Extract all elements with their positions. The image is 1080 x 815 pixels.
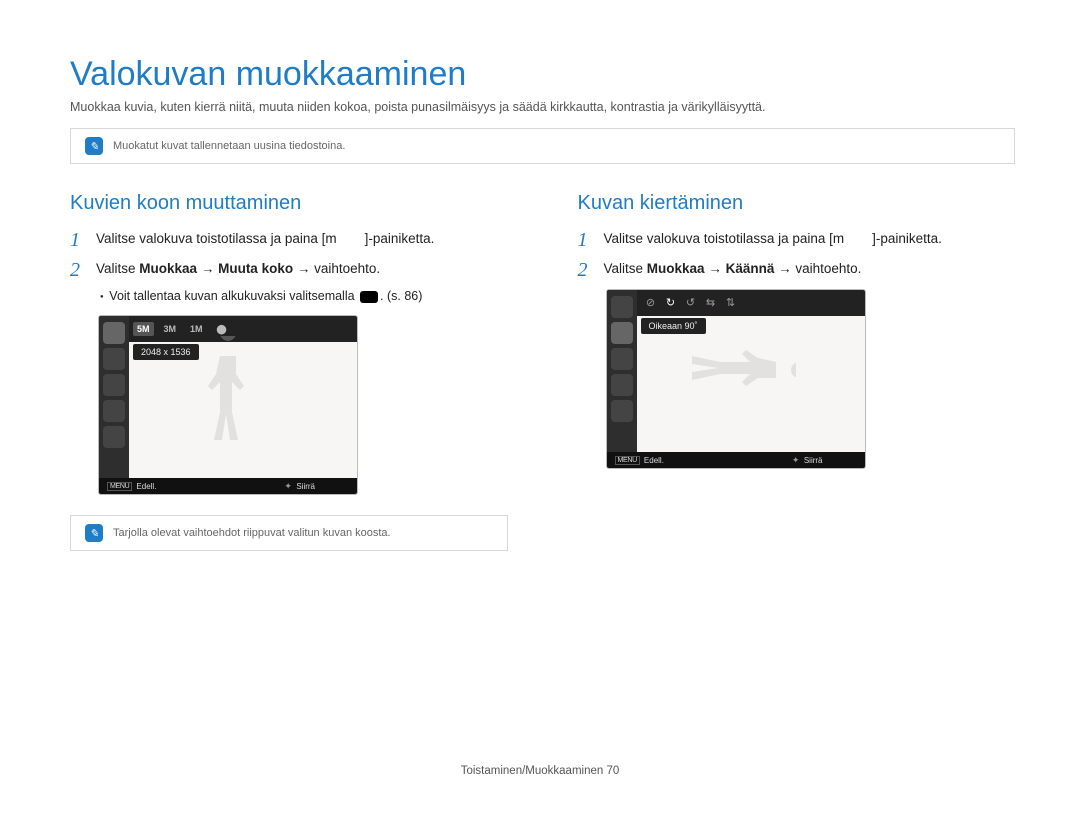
page-title: Valokuvan muokkaaminen bbox=[70, 55, 1015, 94]
note-icon: ✎ bbox=[85, 137, 103, 155]
rotate-off-icon: ⊘ bbox=[643, 296, 659, 310]
right-step-1: 1 Valitse valokuva toistotilassa ja pain… bbox=[578, 229, 1016, 251]
bullet-post: . (s. 86) bbox=[380, 289, 422, 303]
step2-end: vaihtoehto. bbox=[314, 261, 380, 276]
step-number: 1 bbox=[578, 229, 596, 251]
back-label: Edell. bbox=[644, 456, 664, 465]
step2-b2: Käännä bbox=[726, 261, 775, 276]
step2-b2: Muuta koko bbox=[218, 261, 293, 276]
step-text: Valitse valokuva toistotilassa ja paina … bbox=[96, 229, 508, 249]
menu-key: m bbox=[325, 231, 336, 246]
sidebar-style-icon bbox=[611, 348, 633, 370]
nav-diamond-icon bbox=[284, 482, 292, 490]
resize-screenshot: 5M 3M 1M ⬤ 2048 x 1536 MENU Edell. Siirr… bbox=[98, 315, 358, 495]
sidebar-effect-icon bbox=[611, 400, 633, 422]
screenshot-bottom-bar: MENU Edell. Siirrä bbox=[99, 478, 357, 494]
flip-h-icon: ⇆ bbox=[703, 296, 719, 310]
screenshot-bottom-bar: MENU Edell. Siirrä bbox=[607, 452, 865, 468]
move-label: Siirrä bbox=[296, 482, 315, 491]
startup-image-icon bbox=[360, 291, 378, 303]
step-number: 2 bbox=[578, 259, 596, 281]
sidebar-style-icon bbox=[103, 374, 125, 396]
note-top: ✎ Muokatut kuvat tallennetaan uusina tie… bbox=[70, 128, 1015, 164]
rotate-left-icon: ↺ bbox=[683, 296, 699, 310]
step2-pre: Valitse bbox=[604, 261, 647, 276]
sidebar-resize-icon bbox=[611, 296, 633, 318]
step1-pre: Valitse valokuva toistotilassa ja paina … bbox=[96, 231, 325, 246]
person-silhouette bbox=[198, 336, 258, 456]
right-step-2: 2 Valitse Muokkaa → Käännä → vaihtoehto. bbox=[578, 259, 1016, 281]
note-bottom: ✎ Tarjolla olevat vaihtoehdot riippuvat … bbox=[70, 515, 508, 551]
screenshot-sidebar bbox=[607, 290, 637, 452]
rotate-right-icon: ↻ bbox=[663, 296, 679, 310]
step2-b1: Muokkaa bbox=[647, 261, 705, 276]
content-columns: Kuvien koon muuttaminen 1 Valitse valoku… bbox=[70, 192, 1015, 579]
size-option-5m: 5M bbox=[133, 322, 154, 336]
bullet-text: Voit tallentaa kuvan alkukuvaksi valitse… bbox=[109, 289, 358, 303]
step2-end: vaihtoehto. bbox=[795, 261, 861, 276]
menu-box: MENU bbox=[107, 482, 132, 491]
nav-diamond-icon bbox=[792, 456, 800, 464]
menu-box: MENU bbox=[615, 456, 640, 465]
sidebar-adjust-icon bbox=[103, 400, 125, 422]
size-option-3m: 3M bbox=[160, 322, 181, 336]
move-label: Siirrä bbox=[804, 456, 823, 465]
note-icon: ✎ bbox=[85, 524, 103, 542]
step2-b1: Muokkaa bbox=[139, 261, 197, 276]
screenshot-top-options: ⊘ ↻ ↺ ⇆ ⇅ bbox=[607, 290, 865, 316]
step1-post: ]-painiketta. bbox=[365, 231, 435, 246]
person-silhouette-rotated bbox=[676, 340, 796, 400]
step-number: 2 bbox=[70, 259, 88, 281]
resolution-label: 2048 x 1536 bbox=[133, 344, 199, 360]
rotation-label: Oikeaan 90˚ bbox=[641, 318, 706, 334]
arrow: → bbox=[705, 261, 726, 276]
size-option-1m: 1M bbox=[186, 322, 207, 336]
back-label: Edell. bbox=[136, 482, 156, 491]
sidebar-effect-icon bbox=[103, 426, 125, 448]
screenshot-sidebar bbox=[99, 316, 129, 478]
step-text: Valitse Muokkaa → Käännä → vaihtoehto. bbox=[604, 259, 1016, 279]
sidebar-resize-icon bbox=[103, 322, 125, 344]
left-heading: Kuvien koon muuttaminen bbox=[70, 192, 508, 215]
step1-pre: Valitse valokuva toistotilassa ja paina … bbox=[604, 231, 833, 246]
rotate-screenshot: ⊘ ↻ ↺ ⇆ ⇅ Oikeaan 90˚ MENU Edell. Siirrä bbox=[606, 289, 866, 469]
flip-v-icon: ⇅ bbox=[723, 296, 739, 310]
step1-post: ]-painiketta. bbox=[872, 231, 942, 246]
step-text: Valitse Muokkaa → Muuta koko → vaihtoeht… bbox=[96, 259, 508, 279]
page-footer: Toistaminen/Muokkaaminen 70 bbox=[0, 765, 1080, 777]
arrow: → bbox=[293, 261, 314, 276]
note-bottom-text: Tarjolla olevat vaihtoehdot riippuvat va… bbox=[113, 527, 391, 539]
sidebar-rotate-icon bbox=[611, 322, 633, 344]
note-top-text: Muokatut kuvat tallennetaan uusina tiedo… bbox=[113, 140, 345, 152]
arrow: → bbox=[774, 261, 795, 276]
page-description: Muokkaa kuvia, kuten kierrä niitä, muuta… bbox=[70, 100, 1015, 114]
left-sub-bullet: Voit tallentaa kuvan alkukuvaksi valitse… bbox=[100, 289, 508, 303]
step-text: Valitse valokuva toistotilassa ja paina … bbox=[604, 229, 1016, 249]
left-step-2: 2 Valitse Muokkaa → Muuta koko → vaihtoe… bbox=[70, 259, 508, 281]
size-option-startup: ⬤ bbox=[213, 322, 231, 337]
sidebar-adjust-icon bbox=[611, 374, 633, 396]
menu-key: m bbox=[833, 231, 844, 246]
left-step-1: 1 Valitse valokuva toistotilassa ja pain… bbox=[70, 229, 508, 251]
arrow: → bbox=[197, 261, 218, 276]
left-column: Kuvien koon muuttaminen 1 Valitse valoku… bbox=[70, 192, 508, 579]
sidebar-rotate-icon bbox=[103, 348, 125, 370]
step-number: 1 bbox=[70, 229, 88, 251]
step2-pre: Valitse bbox=[96, 261, 139, 276]
right-column: Kuvan kiertäminen 1 Valitse valokuva toi… bbox=[578, 192, 1016, 579]
right-heading: Kuvan kiertäminen bbox=[578, 192, 1016, 215]
